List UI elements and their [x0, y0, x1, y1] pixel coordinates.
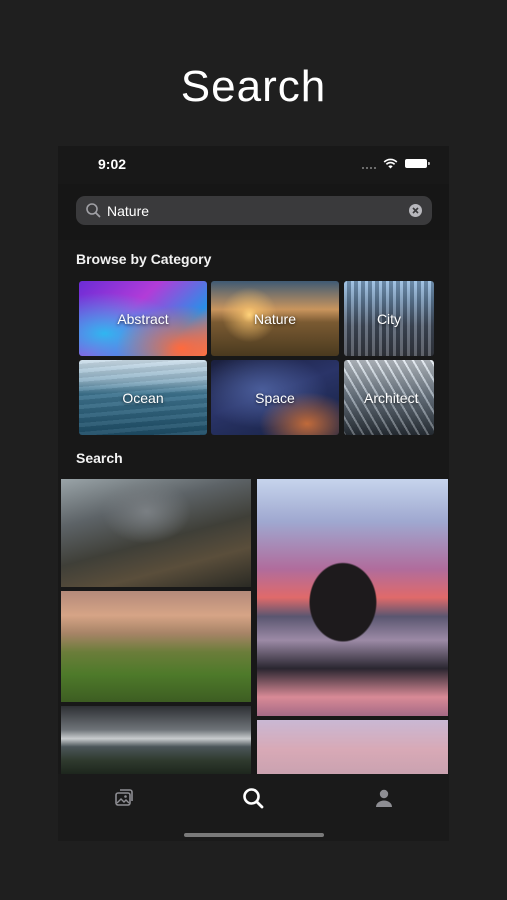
result-photo-pink-sky[interactable]: [257, 720, 448, 774]
battery-icon: [405, 159, 430, 168]
category-label: Nature: [253, 310, 297, 327]
result-photo-cloudy-mountains[interactable]: [61, 706, 251, 774]
tab-search[interactable]: [240, 785, 266, 811]
browse-section-title: Browse by Category: [76, 251, 212, 267]
promo-title: Search: [180, 62, 327, 111]
phone-screen: 9:02 Browse by C: [58, 146, 449, 841]
tab-gallery[interactable]: [111, 785, 137, 811]
category-label: City: [376, 310, 402, 327]
category-label: Space: [255, 389, 295, 406]
category-label: Ocean: [122, 389, 164, 406]
result-photo-mountain-valley[interactable]: [61, 479, 251, 587]
search-bar[interactable]: [76, 196, 432, 225]
category-tile-ocean[interactable]: Ocean: [79, 360, 207, 435]
tab-profile[interactable]: [371, 785, 397, 811]
status-bar: 9:02: [58, 146, 449, 184]
cellular-signal-icon: [362, 159, 376, 169]
result-photo-green-hills[interactable]: [61, 591, 251, 702]
category-tile-city[interactable]: City: [344, 281, 434, 356]
category-tile-architecture[interactable]: Architect: [344, 360, 434, 435]
result-photo-haystack-rock[interactable]: [257, 479, 448, 716]
clear-search-icon[interactable]: [408, 203, 423, 218]
status-icons: [362, 158, 430, 169]
results-section-title: Search: [76, 450, 123, 466]
category-label: Abstract: [117, 310, 169, 327]
search-header: [58, 184, 449, 240]
category-tile-space[interactable]: Space: [211, 360, 339, 435]
search-input[interactable]: [107, 196, 397, 225]
tab-bar: [58, 774, 449, 841]
profile-icon: [376, 789, 392, 807]
gallery-icon: [115, 789, 133, 806]
search-icon: [86, 203, 101, 218]
category-tile-abstract[interactable]: Abstract: [79, 281, 207, 356]
category-label: Architect: [364, 389, 419, 406]
status-time: 9:02: [98, 156, 127, 172]
wifi-icon: [383, 158, 398, 169]
home-indicator[interactable]: [184, 833, 324, 837]
category-tile-nature[interactable]: Nature: [211, 281, 339, 356]
search-icon: [243, 788, 264, 809]
